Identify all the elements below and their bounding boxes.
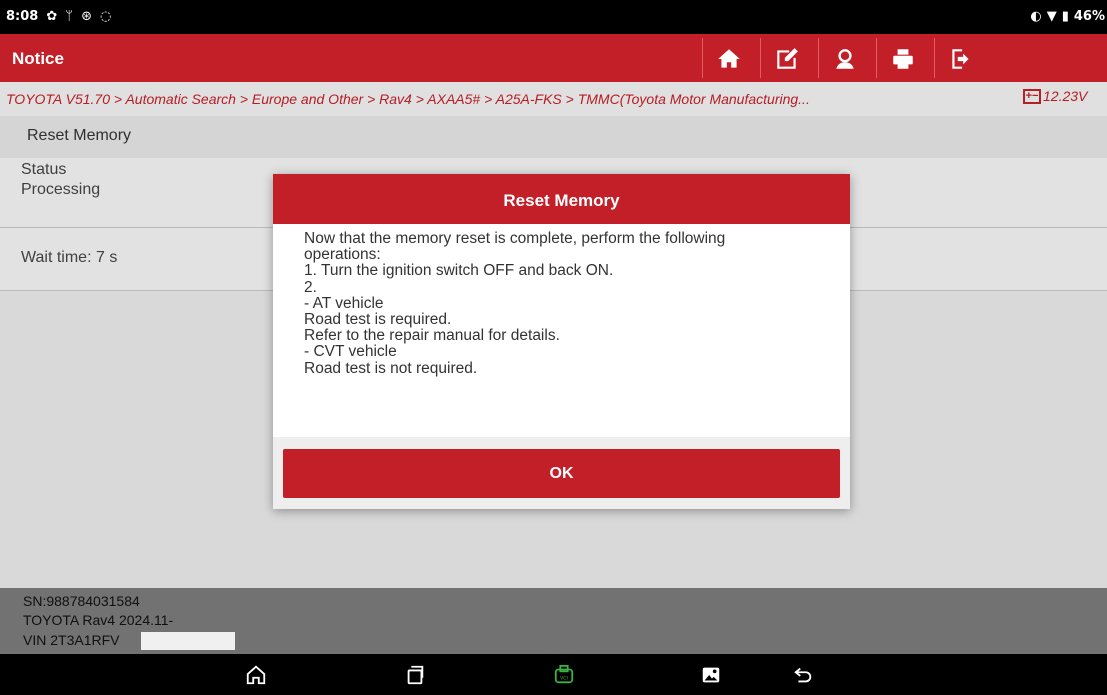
dialog-line: 2. — [304, 278, 317, 296]
dialog-line: - CVT vehicle — [304, 343, 397, 361]
vibrate-icon: ◐ — [1030, 9, 1042, 24]
edit-icon — [777, 48, 798, 69]
reset-memory-dialog: Reset Memory Now that the memory reset i… — [273, 174, 850, 509]
nav-vci-button[interactable]: VCI — [551, 662, 577, 688]
dialog-title: Reset Memory — [273, 174, 850, 224]
home-nav-icon — [246, 665, 266, 685]
dialog-line: - AT vehicle — [304, 294, 384, 312]
navigation-bar: VCI — [0, 654, 1107, 695]
home-icon — [718, 49, 740, 68]
nav-gallery-button[interactable] — [698, 662, 724, 688]
clock: 8:08 — [6, 9, 39, 24]
print-icon — [893, 49, 913, 69]
dialog-footer: OK — [273, 437, 850, 509]
status-bar: 8:08 ✿ ᛘ ⊛ ◌ ◐ ▼ ▮ 46% — [0, 0, 1107, 34]
dialog-line: 1. Turn the ignition switch OFF and back… — [304, 262, 614, 280]
gear-icon: ✿ — [46, 9, 58, 24]
support-icon — [836, 49, 854, 69]
nav-home-button[interactable] — [243, 662, 269, 688]
dialog-message: Now that the memory reset is complete, p… — [304, 230, 824, 377]
title-bar: Notice — [0, 34, 1107, 82]
dialog-line: Road test is not required. — [304, 359, 478, 377]
battery-level: 46% — [1073, 9, 1105, 24]
svg-text:VCI: VCI — [560, 676, 568, 682]
exit-button[interactable] — [935, 40, 987, 78]
edit-button[interactable] — [761, 40, 813, 78]
dialog-line: Road test is required. — [304, 311, 452, 329]
vci-icon: VCI — [554, 664, 574, 684]
exit-icon — [952, 49, 969, 69]
nav-recents-button[interactable] — [402, 662, 428, 688]
nav-back-button[interactable] — [790, 662, 816, 688]
battery-icon: ▮ — [1061, 9, 1069, 24]
home-button[interactable] — [703, 40, 755, 78]
ok-button[interactable]: OK — [283, 449, 840, 498]
dialog-line: Now that the memory reset is complete, p… — [304, 230, 726, 247]
bluetooth-icon: ⊛ — [81, 9, 92, 24]
support-button[interactable] — [819, 40, 871, 78]
gallery-icon — [702, 667, 720, 683]
dialog-line: Refer to the repair manual for details. — [304, 327, 560, 345]
chat-icon: ◌ — [99, 9, 112, 24]
wifi-icon: ▼ — [1046, 9, 1057, 24]
page-title: Notice — [12, 49, 64, 68]
back-icon — [794, 667, 812, 683]
dialog-line: operations: — [304, 246, 381, 264]
recents-icon — [407, 665, 424, 685]
usb-icon: ᛘ — [65, 9, 74, 24]
print-button[interactable] — [877, 40, 929, 78]
